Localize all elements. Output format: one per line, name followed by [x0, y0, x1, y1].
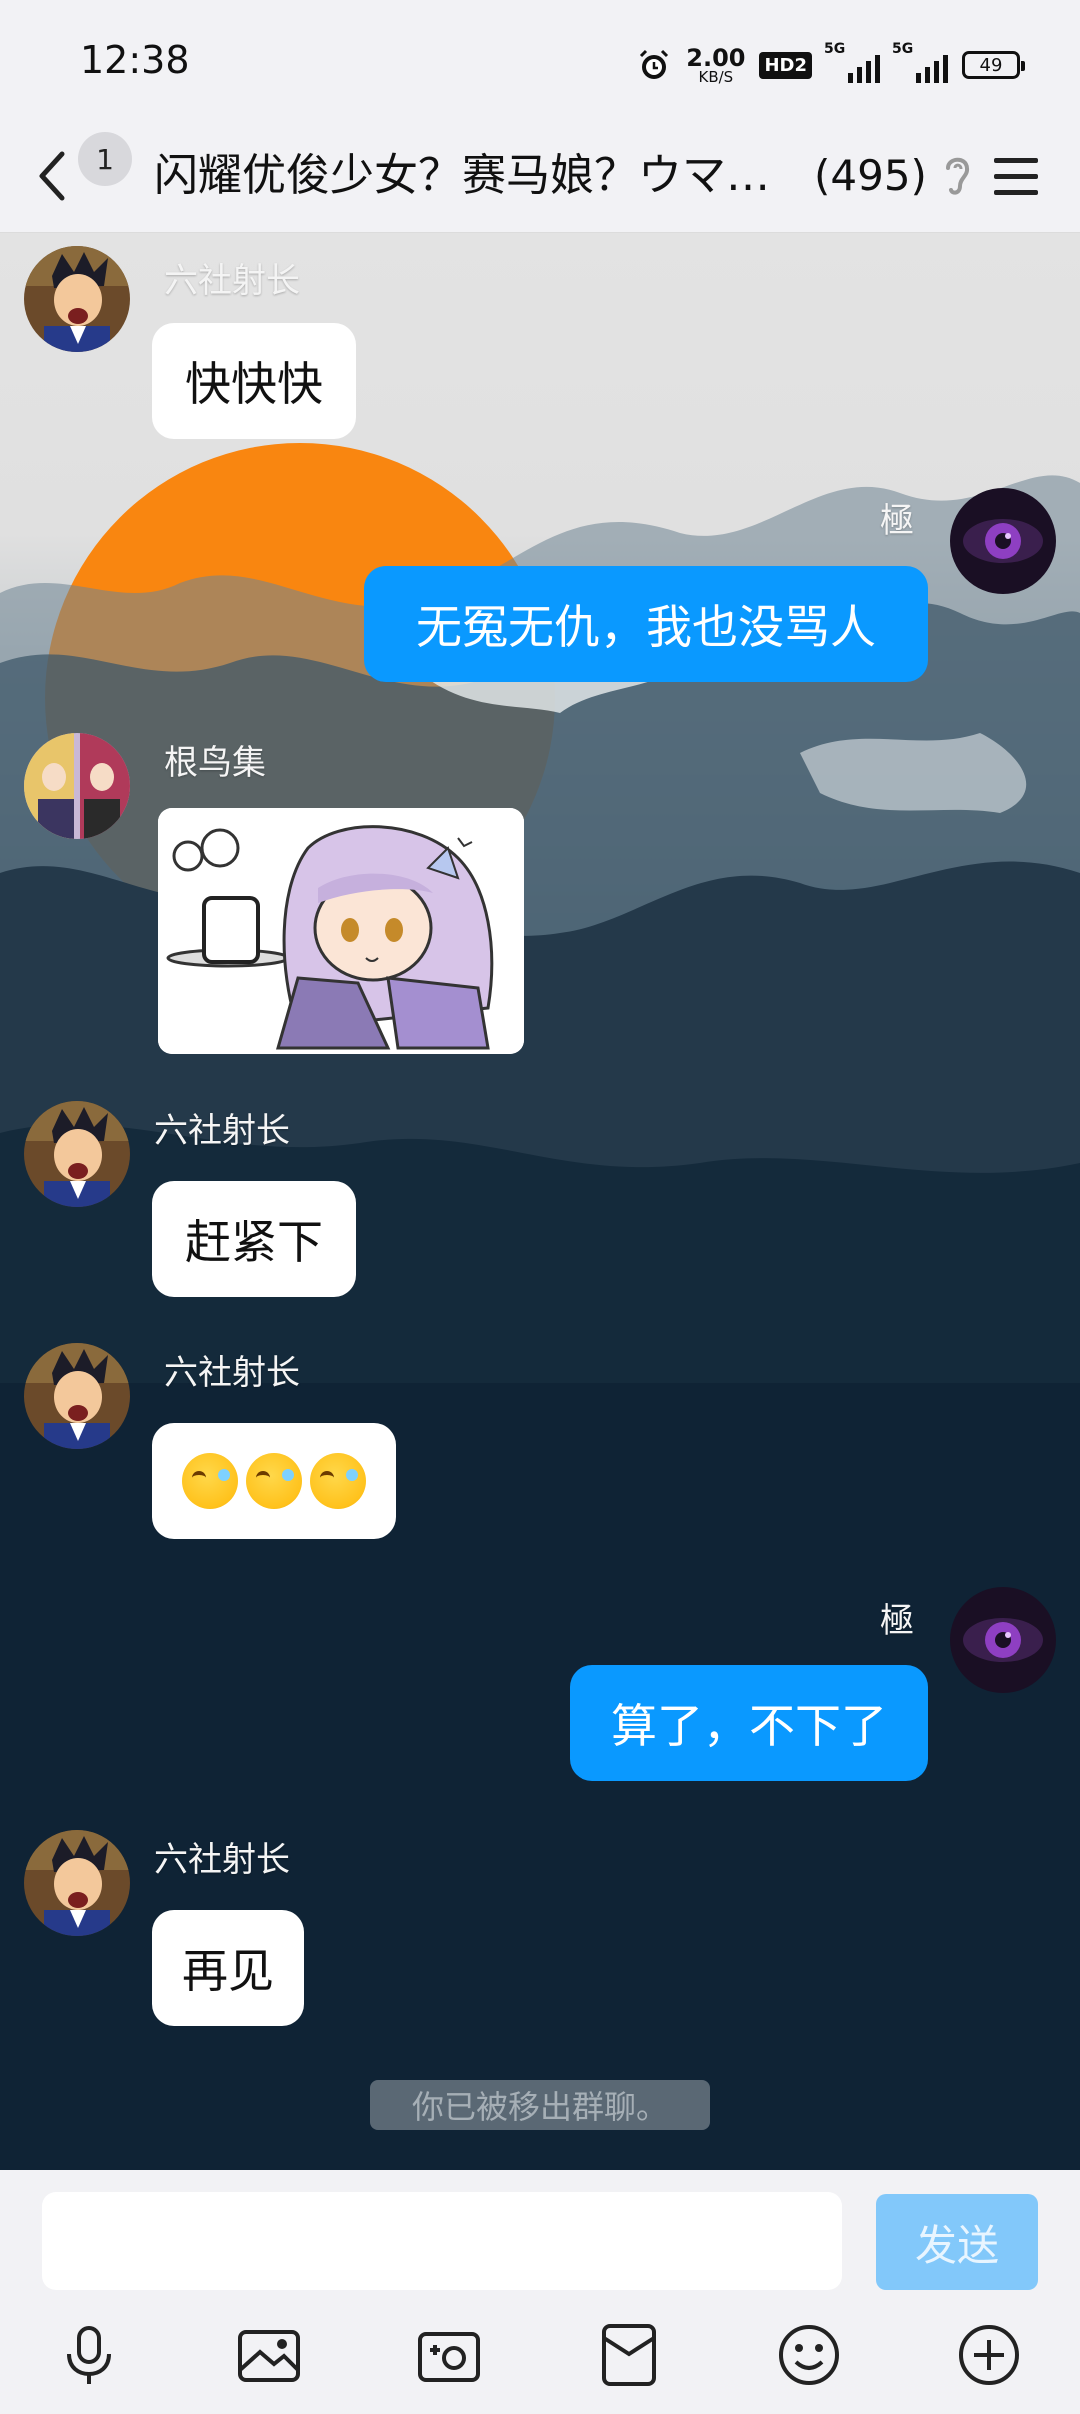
photo-icon[interactable]	[234, 2320, 304, 2390]
avatar-image	[950, 1587, 1056, 1693]
sender-name: 極	[880, 1601, 914, 1641]
send-button[interactable]: 发送	[876, 2194, 1038, 2290]
battery-icon: 49	[962, 51, 1025, 79]
earpiece-mode-icon	[946, 157, 970, 195]
anime-girl-sticker	[158, 808, 524, 1054]
message-input[interactable]	[42, 2192, 842, 2290]
network-speed-value: 2.00	[686, 43, 746, 72]
signal-label-2: 5G	[892, 41, 914, 57]
signal-label-1: 5G	[824, 41, 846, 57]
message-list[interactable]: 六社射长 快快快 極 无冤无仇，我也没骂人 根鸟集 六社射长 赶紧下 六社射长 …	[0, 233, 1080, 2170]
menu-icon[interactable]	[990, 148, 1042, 204]
emoji-icon[interactable]	[774, 2320, 844, 2390]
laughing-crying-emoji-icon	[182, 1453, 238, 1509]
hd-voice-icon: HD2	[759, 51, 812, 79]
my-avatar[interactable]	[950, 1587, 1056, 1693]
input-bar: 发送	[0, 2170, 1080, 2414]
status-icons: 2.00 KB/S HD2 5G 5G 49	[636, 40, 1025, 90]
avatar-image	[24, 246, 130, 352]
sender-name: 六社射长	[164, 261, 300, 301]
avatar-image	[24, 1343, 130, 1449]
sticker-image[interactable]	[158, 808, 524, 1054]
signal-icon-1: 5G	[824, 41, 880, 83]
avatar-image	[24, 733, 130, 839]
unread-count-badge[interactable]: 1	[78, 132, 132, 186]
message-bubble[interactable]: 算了，不下了	[570, 1665, 928, 1781]
sender-name: 六社射长	[164, 1353, 300, 1393]
status-time: 12:38	[80, 38, 190, 82]
message-bubble[interactable]: 快快快	[152, 323, 356, 439]
microphone-icon[interactable]	[54, 2320, 124, 2390]
system-notice: 你已被移出群聊。	[370, 2080, 710, 2130]
avatar[interactable]	[24, 733, 130, 839]
network-speed: 2.00 KB/S	[686, 46, 745, 85]
avatar[interactable]	[24, 1101, 130, 1207]
chat-header: 1 闪耀优俊少女？赛马娘？ウマ… (495)	[0, 120, 1080, 233]
battery-level: 49	[979, 54, 1003, 76]
avatar-image	[24, 1101, 130, 1207]
avatar-image	[24, 1830, 130, 1936]
avatar[interactable]	[24, 1830, 130, 1936]
back-arrow-icon[interactable]	[28, 144, 78, 208]
avatar[interactable]	[24, 1343, 130, 1449]
laughing-crying-emoji-icon	[310, 1453, 366, 1509]
message-bubble[interactable]	[152, 1423, 396, 1539]
my-avatar[interactable]	[950, 488, 1056, 594]
alarm-icon	[640, 49, 669, 79]
network-speed-unit: KB/S	[698, 67, 734, 86]
camera-icon[interactable]	[414, 2320, 484, 2390]
chat-title[interactable]: 闪耀优俊少女？赛马娘？ウマ…	[154, 140, 794, 212]
avatar-image	[950, 488, 1056, 594]
message-bubble[interactable]: 无冤无仇，我也没骂人	[364, 566, 928, 682]
sender-name: 六社射长	[154, 1111, 290, 1151]
message-bubble[interactable]: 赶紧下	[152, 1181, 356, 1297]
red-packet-icon[interactable]	[594, 2320, 664, 2390]
sender-name: 根鸟集	[164, 743, 266, 783]
status-bar: 12:38 2.00 KB/S HD2 5G 5G 49	[0, 0, 1080, 120]
plus-icon[interactable]	[954, 2320, 1024, 2390]
message-bubble[interactable]: 再见	[152, 1910, 304, 2026]
sender-name: 極	[880, 501, 914, 541]
avatar[interactable]	[24, 246, 130, 352]
sender-name: 六社射长	[154, 1840, 290, 1880]
member-count: (495)	[814, 151, 927, 200]
laughing-crying-emoji-icon	[246, 1453, 302, 1509]
signal-icon-2: 5G	[892, 41, 948, 83]
